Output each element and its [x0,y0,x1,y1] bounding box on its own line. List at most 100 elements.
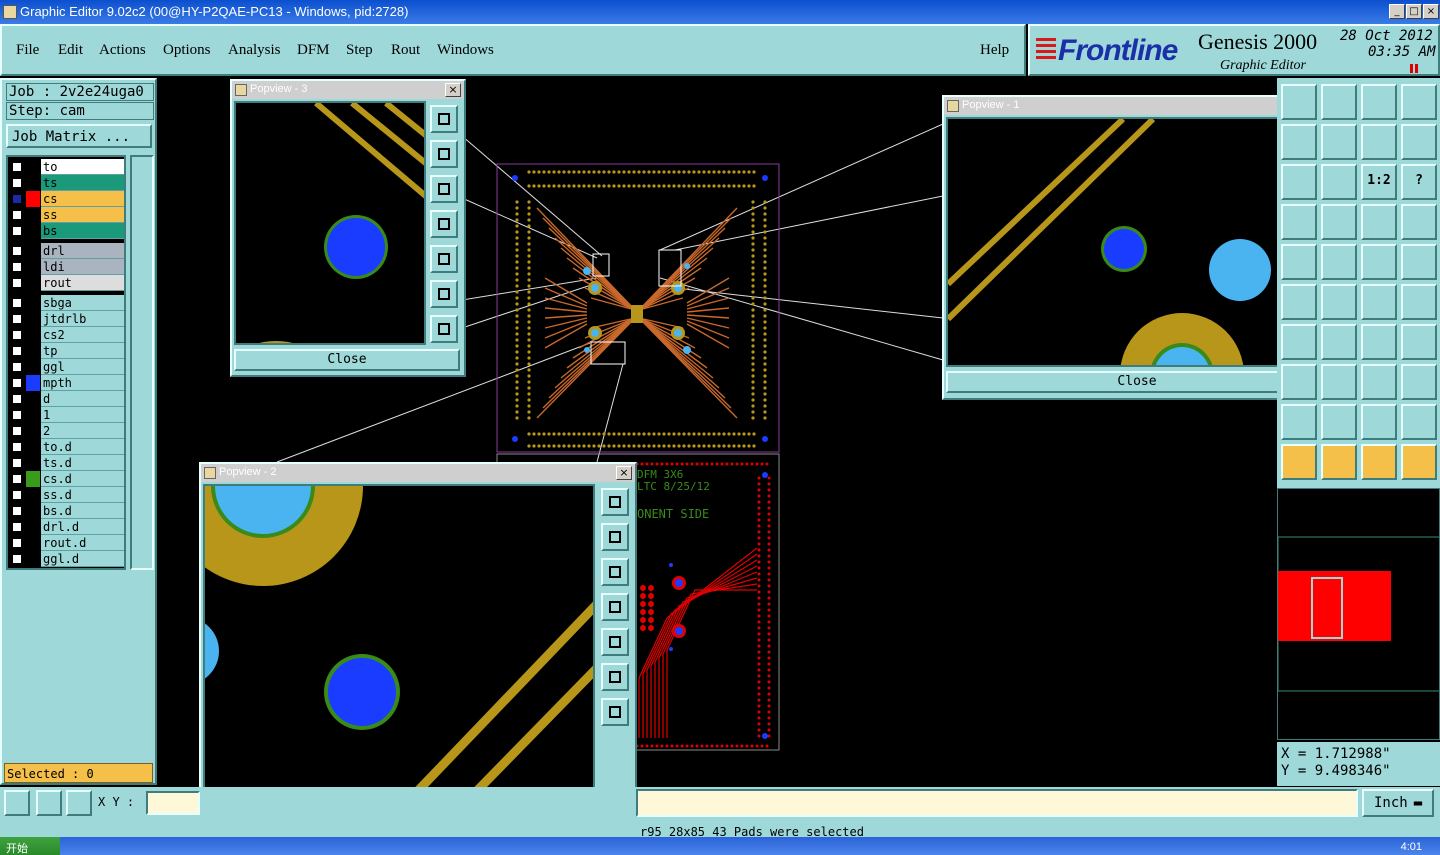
layer-checkbox[interactable] [12,226,22,236]
tool-arc-icon[interactable] [1361,404,1397,440]
layer-name[interactable]: to.d [41,439,124,455]
layer-color-swatch[interactable] [26,295,40,311]
layer-row-ldi[interactable]: ldi [8,259,124,275]
layer-name[interactable]: jtdrlb [41,311,124,327]
layer-name[interactable]: drl [41,243,124,259]
layer-checkbox[interactable] [12,362,22,372]
unit-selector[interactable]: Inch ▬ [1362,789,1434,817]
layer-name[interactable]: bs.d [41,503,124,519]
tool-net-alt-icon[interactable] [1401,284,1437,320]
menu-rout[interactable]: Rout [391,42,420,59]
layer-name[interactable]: 2 [41,423,124,439]
tool-undo-icon[interactable] [1281,84,1317,120]
layer-checkbox[interactable] [12,278,22,288]
layer-row-2[interactable]: 2 [8,423,124,439]
tool-xy-icon[interactable] [1401,84,1437,120]
tool-pointer-net-icon[interactable] [1401,444,1437,480]
menu-analysis[interactable]: Analysis [228,42,281,59]
tool-shape-icon[interactable] [1361,124,1397,160]
layer-checkbox[interactable] [12,298,22,308]
pan-right-icon[interactable] [430,245,458,273]
layer-row-cs-d[interactable]: cs.d [8,471,124,487]
layer-row-ggl[interactable]: ggl [8,359,124,375]
tool-flip-icon[interactable] [1401,324,1437,360]
tool-pointer-icon[interactable] [1281,444,1317,480]
layer-name[interactable]: bs [41,223,124,239]
zoom-fit-icon[interactable] [430,105,458,133]
layer-row-rout[interactable]: rout [8,275,124,291]
tool-help-icon[interactable]: ? [1401,164,1437,200]
tool-arc-alt-icon[interactable] [1401,404,1437,440]
tool-route-icon[interactable] [1401,124,1437,160]
tool-measure-icon[interactable] [1361,364,1397,400]
layer-checkbox[interactable] [12,330,22,340]
tool-move-icon[interactable] [1281,324,1317,360]
minimize-button[interactable]: _ [1389,4,1405,19]
layer-row-bs[interactable]: bs [8,223,124,239]
layer-color-swatch[interactable] [26,207,40,223]
tool-scale-icon[interactable]: 1:2 [1361,164,1397,200]
tool-signal-alt-icon[interactable] [1401,204,1437,240]
layer-checkbox[interactable] [12,194,22,204]
zoom-area-icon[interactable] [4,790,30,816]
layer-checkbox[interactable] [12,410,22,420]
pan-left-icon[interactable] [601,593,629,621]
layer-name[interactable]: cs.d [41,471,124,487]
menu-step[interactable]: Step [346,42,373,59]
layer-name[interactable]: cs2 [41,327,124,343]
layer-color-swatch[interactable] [26,455,40,471]
layer-name[interactable]: cs [41,191,124,207]
layer-checkbox[interactable] [12,394,22,404]
tool-rotate-icon[interactable] [1361,324,1397,360]
tool-layer-icon[interactable] [1281,204,1317,240]
layer-color-swatch[interactable] [26,259,40,275]
tool-select-icon[interactable] [1281,284,1317,320]
menu-options[interactable]: Options [163,42,211,59]
layer-color-swatch[interactable] [26,487,40,503]
layer-color-swatch[interactable] [26,159,40,175]
layer-row-bs-d[interactable]: bs.d [8,503,124,519]
layer-checkbox[interactable] [12,246,22,256]
pan-right-icon[interactable] [601,628,629,656]
popview-3-view[interactable] [234,101,426,345]
layer-color-swatch[interactable] [26,223,40,239]
layer-color-swatch[interactable] [26,439,40,455]
start-button[interactable]: 开始 [0,837,60,855]
layer-checkbox[interactable] [12,522,22,532]
layer-color-swatch[interactable] [26,191,40,207]
overview-minimap[interactable] [1277,488,1440,740]
menu-edit[interactable]: Edit [58,42,83,59]
layer-row-d[interactable]: d [8,391,124,407]
popview-3-close-button[interactable]: Close [234,349,460,371]
tool-pointer-box-icon[interactable] [1321,444,1357,480]
layer-row-to[interactable]: to [8,159,124,175]
layer-row-cs[interactable]: cs [8,191,124,207]
tool-net-icon[interactable] [1361,284,1397,320]
layer-row-tp[interactable]: tp [8,343,124,359]
tool-home-icon[interactable] [1361,84,1397,120]
layer-color-swatch[interactable] [26,423,40,439]
pan-up-icon[interactable] [430,140,458,168]
layer-list-scrollbar[interactable] [130,155,154,570]
tool-line-icon[interactable] [1321,324,1357,360]
grid-icon[interactable] [66,790,92,816]
layer-name[interactable]: to [41,159,124,175]
layer-name[interactable]: drl.d [41,519,124,535]
layer-name[interactable]: ss [41,207,124,223]
layer-row-ss-d[interactable]: ss.d [8,487,124,503]
layer-color-swatch[interactable] [26,519,40,535]
layer-checkbox[interactable] [12,506,22,516]
layer-color-swatch[interactable] [26,535,40,551]
menu-windows[interactable]: Windows [437,42,494,59]
layer-name[interactable]: tp [41,343,124,359]
menu-dfm[interactable]: DFM [297,42,330,59]
layer-color-swatch[interactable] [26,327,40,343]
layer-color-swatch[interactable] [26,503,40,519]
layer-name[interactable]: ggl [41,359,124,375]
measure-icon[interactable] [36,790,62,816]
layer-row-ts-d[interactable]: ts.d [8,455,124,471]
layer-color-swatch[interactable] [26,243,40,259]
layer-name[interactable]: ss.d [41,487,124,503]
popview-1-view[interactable] [946,117,1294,367]
popview-2-close-icon[interactable]: × [616,466,632,480]
